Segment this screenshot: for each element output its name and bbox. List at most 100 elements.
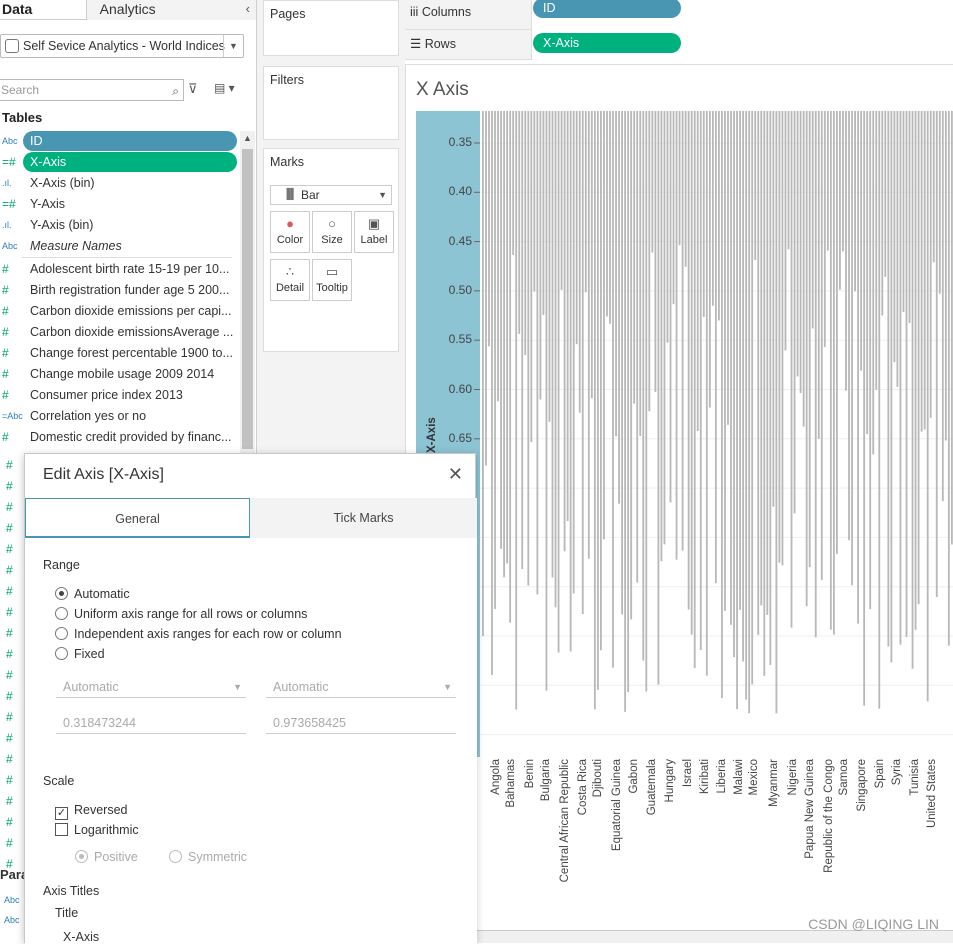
bar[interactable] (721, 111, 723, 699)
size-button[interactable]: ○ Size (312, 211, 352, 253)
bar[interactable] (911, 111, 914, 669)
field-item[interactable]: =# Y-Axis (0, 194, 238, 214)
bar[interactable] (820, 111, 823, 581)
check-icon[interactable]: ✓ (55, 807, 68, 820)
bar[interactable] (518, 111, 521, 334)
bar[interactable] (636, 111, 639, 583)
bar[interactable] (845, 111, 847, 391)
bar[interactable] (600, 111, 602, 651)
bar[interactable] (554, 111, 557, 608)
bar[interactable] (584, 111, 587, 293)
bar[interactable] (775, 111, 778, 714)
field-item[interactable]: # Consumer price index 2013 (0, 385, 238, 405)
radio-disabled-checked[interactable] (75, 850, 88, 863)
field-item[interactable]: .ıl. Y-Axis (bin) (0, 215, 238, 235)
field-item[interactable]: # Carbon dioxide emissionsAverage ... (0, 322, 238, 342)
bar[interactable] (896, 111, 899, 387)
bar[interactable] (751, 111, 754, 685)
bar[interactable] (708, 111, 711, 408)
bar[interactable] (651, 111, 654, 253)
field-item[interactable]: # Domestic credit provided by financ... (0, 427, 238, 447)
bar[interactable] (854, 111, 856, 292)
bar[interactable] (839, 111, 841, 290)
bar[interactable] (566, 111, 569, 522)
bar[interactable] (572, 111, 575, 594)
bar[interactable] (699, 111, 702, 651)
bar[interactable] (533, 111, 536, 292)
bar[interactable] (618, 111, 620, 504)
range-start-select[interactable]: Automatic ▼ (56, 676, 246, 698)
radio-unchecked[interactable] (55, 647, 68, 660)
bar[interactable] (530, 111, 533, 443)
bar[interactable] (787, 111, 790, 250)
bar[interactable] (660, 111, 663, 562)
bar[interactable] (542, 111, 545, 316)
bar[interactable] (639, 111, 642, 436)
logarithmic-checkbox[interactable]: Logarithmic (55, 822, 139, 838)
range-option-fixed[interactable]: Fixed (55, 646, 105, 662)
bar[interactable] (560, 111, 563, 290)
bar[interactable] (887, 111, 890, 647)
bar[interactable] (742, 111, 745, 662)
bar[interactable] (503, 111, 506, 578)
label-button[interactable]: ▣ Label (354, 211, 394, 253)
bar[interactable] (609, 111, 611, 324)
bar[interactable] (863, 111, 866, 706)
bar[interactable] (494, 111, 496, 609)
bar[interactable] (581, 111, 584, 615)
title-input[interactable]: X-Axis (63, 930, 99, 944)
bar[interactable] (714, 111, 717, 584)
bar[interactable] (563, 111, 566, 552)
tab-data[interactable]: Data (0, 0, 86, 20)
bar[interactable] (814, 111, 817, 638)
bar[interactable] (851, 111, 853, 586)
bar[interactable] (757, 111, 760, 635)
bar[interactable] (654, 111, 657, 392)
bar[interactable] (524, 111, 527, 356)
bar[interactable] (693, 111, 696, 668)
tab-general[interactable]: General (25, 498, 250, 538)
positive-option[interactable]: Positive (75, 849, 138, 865)
range-end-select[interactable]: Automatic ▼ (266, 676, 456, 698)
field-item[interactable]: # Carbon dioxide emissions per capi... (0, 301, 238, 321)
scroll-up-icon[interactable]: ▲ (243, 133, 252, 143)
bar[interactable] (902, 111, 905, 313)
bar[interactable] (733, 111, 735, 658)
bar[interactable] (754, 111, 757, 261)
bar[interactable] (884, 111, 887, 277)
field-item[interactable]: # Birth registration funder age 5 200... (0, 280, 238, 300)
bar[interactable] (684, 111, 687, 267)
bar[interactable] (485, 111, 487, 466)
bar[interactable] (917, 111, 920, 605)
bar[interactable] (829, 111, 832, 630)
rows-shelf[interactable]: ☰ Rows X-Axis (405, 30, 953, 60)
field-item[interactable]: # Change forest percentable 1900 to... (0, 343, 238, 363)
bar[interactable] (778, 111, 781, 563)
bar[interactable] (893, 111, 896, 363)
bar[interactable] (772, 111, 775, 507)
radio-unchecked[interactable] (55, 607, 68, 620)
bar[interactable] (866, 111, 869, 435)
bar[interactable] (745, 111, 748, 700)
bar[interactable] (748, 111, 751, 714)
bar[interactable] (696, 111, 699, 432)
bar[interactable] (724, 111, 726, 611)
bar[interactable] (633, 111, 636, 404)
bar[interactable] (935, 111, 938, 598)
bar[interactable] (784, 111, 787, 351)
bar[interactable] (923, 111, 926, 430)
bar[interactable] (590, 111, 593, 399)
bar[interactable] (497, 111, 499, 402)
bar[interactable] (548, 111, 551, 422)
search-input[interactable]: Search ⌕ (0, 79, 184, 101)
bar[interactable] (593, 111, 596, 710)
bar[interactable] (527, 111, 530, 586)
bar[interactable] (817, 111, 820, 439)
filters-card[interactable]: Filters (263, 66, 399, 140)
bar[interactable] (875, 111, 878, 390)
bar[interactable] (947, 111, 950, 646)
bar[interactable] (596, 111, 599, 690)
bar[interactable] (672, 111, 675, 305)
field-item[interactable]: =Abc Correlation yes or no (0, 406, 238, 426)
view-options-icon[interactable]: ▤ ▾ (214, 81, 235, 95)
